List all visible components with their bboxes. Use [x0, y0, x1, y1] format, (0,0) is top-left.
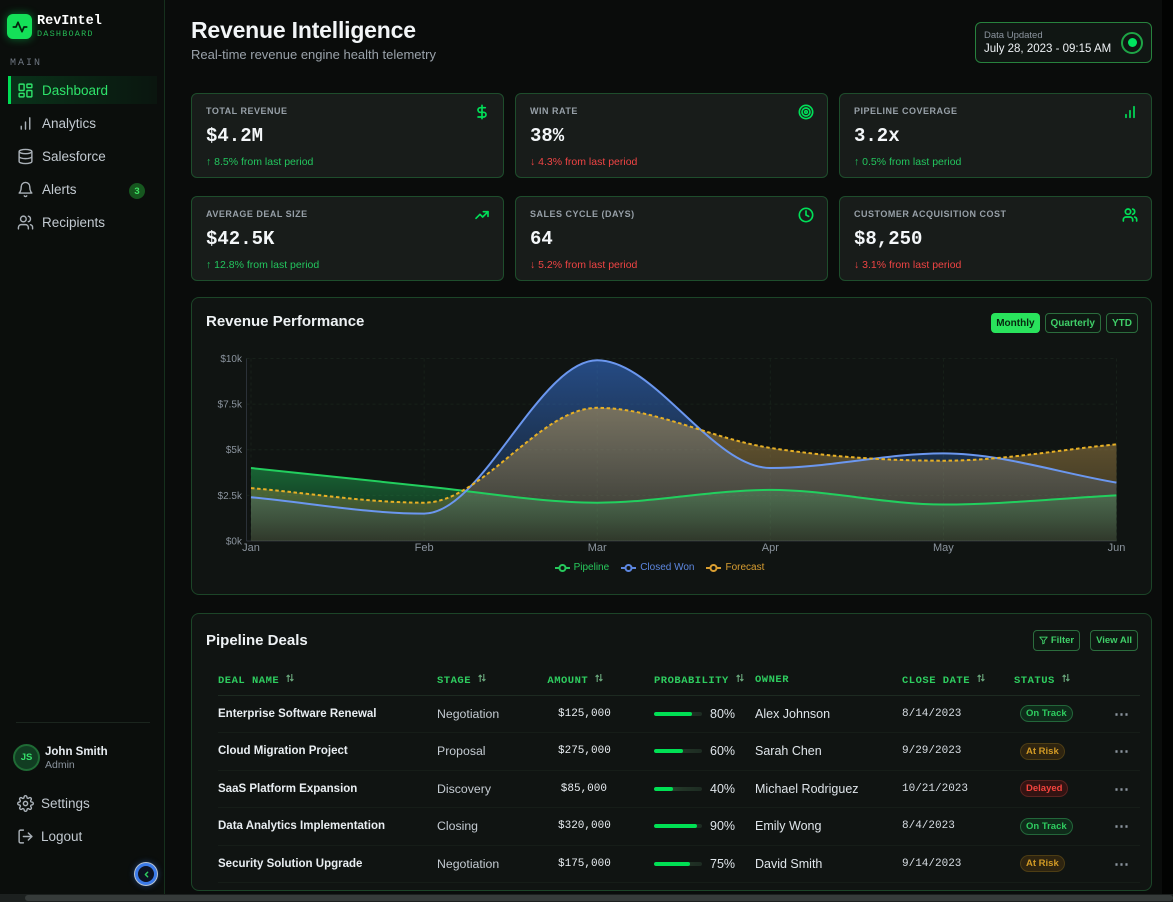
svg-text:$10k: $10k — [220, 354, 243, 365]
svg-text:Feb: Feb — [415, 542, 434, 554]
svg-text:Apr: Apr — [762, 542, 779, 554]
svg-text:$5k: $5k — [226, 445, 243, 456]
svg-text:$0k: $0k — [226, 537, 243, 548]
svg-text:Jun: Jun — [1108, 542, 1126, 554]
svg-text:$7.5k: $7.5k — [218, 400, 243, 411]
svg-text:Mar: Mar — [588, 542, 607, 554]
svg-text:$2.5k: $2.5k — [218, 491, 243, 502]
svg-text:May: May — [933, 542, 954, 554]
svg-text:Jan: Jan — [242, 542, 260, 554]
